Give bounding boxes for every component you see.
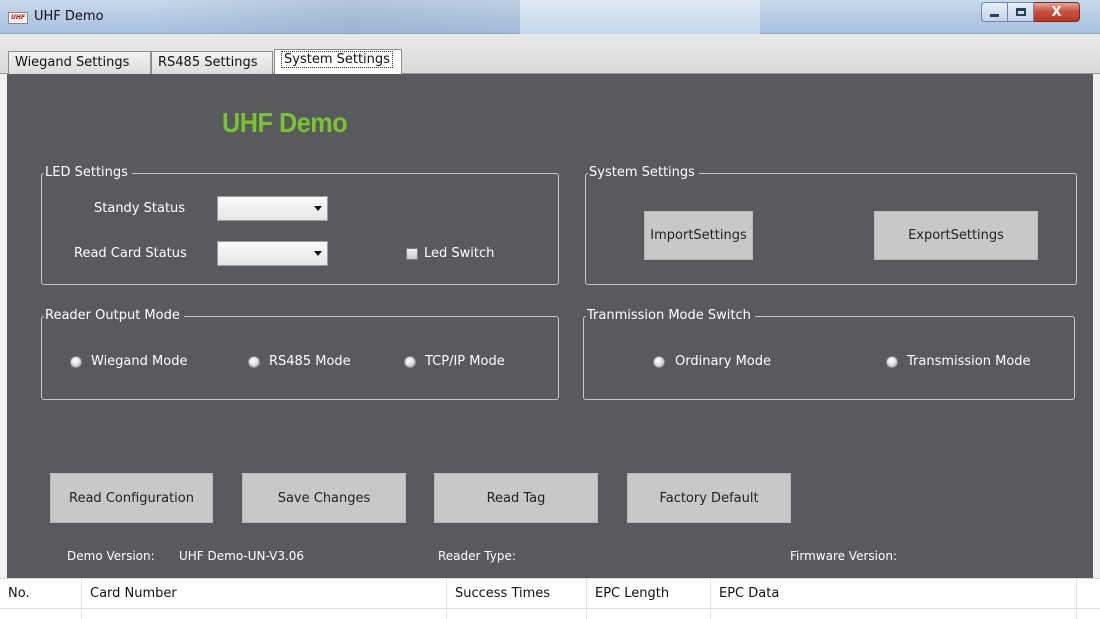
reader-output-mode-group: Reader Output Mode Wiegand Mode RS485 Mo… — [41, 308, 559, 400]
tab-label: RS485 Settings — [158, 55, 258, 70]
column-header-no[interactable]: No. — [0, 579, 82, 619]
maximize-icon — [1015, 8, 1026, 16]
column-header-card-number[interactable]: Card Number — [82, 579, 447, 619]
ordinary-mode-label: Ordinary Mode — [675, 354, 772, 369]
minimize-button[interactable] — [981, 2, 1008, 22]
system-settings-panel: UHF Demo LED Settings Standy Status Read… — [7, 74, 1093, 578]
firmware-version-label: Firmware Version: — [790, 549, 897, 563]
column-header-label: EPC Data — [719, 586, 780, 601]
system-settings-group: System Settings ImportSettings ExportSet… — [585, 165, 1077, 285]
chevron-down-icon — [314, 251, 322, 256]
brand-title: UHF Demo — [222, 107, 348, 138]
export-settings-label: ExportSettings — [908, 228, 1004, 243]
chevron-down-icon — [314, 206, 322, 211]
window-right-border — [1093, 74, 1100, 578]
demo-version-value: UHF Demo-UN-V3.06 — [179, 549, 305, 563]
factory-default-button[interactable]: Factory Default — [627, 473, 791, 523]
tcpip-mode-label: TCP/IP Mode — [425, 354, 505, 369]
window-controls: X — [981, 2, 1080, 22]
transmission-mode-group: Tranmission Mode Switch Ordinary Mode Tr… — [583, 308, 1075, 400]
column-header-label: Success Times — [455, 586, 551, 601]
rs485-mode-radio[interactable] — [248, 356, 260, 368]
led-switch-checkbox[interactable] — [406, 248, 418, 260]
column-header-epc-length[interactable]: EPC Length — [587, 579, 711, 619]
wiegand-mode-label: Wiegand Mode — [91, 354, 188, 369]
reader-output-mode-title: Reader Output Mode — [44, 308, 184, 324]
led-switch-label: Led Switch — [424, 246, 495, 261]
led-settings-title: LED Settings — [44, 165, 132, 181]
tab-label: Wiegand Settings — [15, 55, 130, 70]
column-header-label: No. — [8, 586, 30, 601]
tag-data-grid: No. Card Number Success Times EPC Length… — [0, 578, 1100, 619]
app-icon: UHF — [8, 12, 28, 24]
title-bar: UHF UHF Demo X — [0, 0, 1100, 34]
column-header-filler — [1077, 579, 1100, 619]
tab-label: System Settings — [281, 51, 393, 68]
demo-version-label: Demo Version: — [67, 549, 155, 563]
standby-status-select[interactable] — [217, 196, 328, 221]
title-bar-highlight — [520, 0, 760, 34]
read-tag-label: Read Tag — [486, 490, 546, 506]
read-tag-button[interactable]: Read Tag — [434, 473, 598, 523]
minimize-icon — [990, 13, 999, 17]
export-settings-button[interactable]: ExportSettings — [874, 211, 1038, 260]
ordinary-mode-radio[interactable] — [653, 356, 665, 368]
system-settings-title: System Settings — [588, 165, 699, 181]
wiegand-mode-radio[interactable] — [70, 356, 82, 368]
read-card-status-label: Read Card Status — [74, 246, 187, 261]
read-configuration-label: Read Configuration — [69, 490, 194, 506]
close-icon: X — [1051, 4, 1062, 20]
transmission-mode-label: Transmission Mode — [907, 354, 1031, 369]
tab-wiegand-settings[interactable]: Wiegand Settings — [8, 51, 151, 74]
tcpip-mode-radio[interactable] — [404, 356, 416, 368]
standby-status-label: Standy Status — [94, 201, 186, 216]
tab-strip: Wiegand Settings RS485 Settings System S… — [0, 34, 1100, 75]
transmission-mode-title: Tranmission Mode Switch — [586, 308, 755, 324]
column-header-label: EPC Length — [595, 586, 670, 601]
tab-system-settings[interactable]: System Settings — [274, 49, 402, 75]
column-header-epc-data[interactable]: EPC Data — [711, 579, 1077, 619]
read-configuration-button[interactable]: Read Configuration — [50, 473, 213, 523]
column-header-label: Card Number — [90, 586, 177, 601]
maximize-button[interactable] — [1008, 2, 1034, 22]
save-changes-button[interactable]: Save Changes — [242, 473, 406, 523]
window-title: UHF Demo — [34, 9, 104, 24]
read-card-status-select[interactable] — [217, 241, 328, 266]
tab-rs485-settings[interactable]: RS485 Settings — [151, 51, 273, 74]
window-left-border — [0, 74, 7, 578]
reader-type-label: Reader Type: — [438, 549, 516, 563]
rs485-mode-label: RS485 Mode — [269, 354, 351, 369]
save-changes-label: Save Changes — [277, 490, 371, 506]
led-settings-group: LED Settings Standy Status Read Card Sta… — [41, 165, 559, 285]
transmission-mode-radio[interactable] — [886, 356, 898, 368]
import-settings-button[interactable]: ImportSettings — [644, 211, 753, 260]
column-header-success-times[interactable]: Success Times — [447, 579, 587, 619]
import-settings-label: ImportSettings — [650, 228, 747, 243]
factory-default-label: Factory Default — [659, 490, 759, 506]
close-button[interactable]: X — [1034, 2, 1080, 22]
